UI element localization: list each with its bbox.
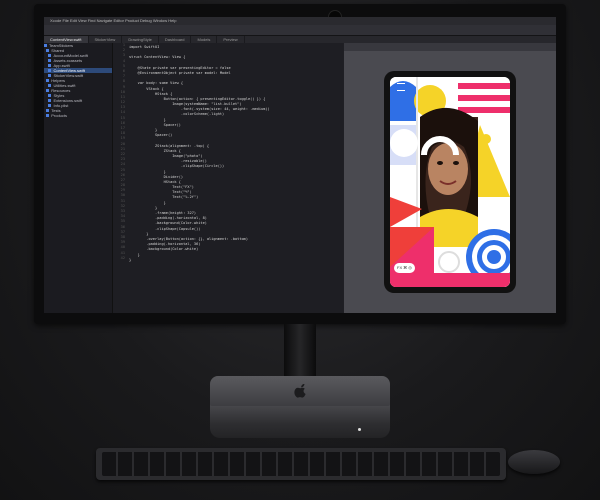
nav-item[interactable]: Products — [44, 113, 112, 118]
command-control[interactable]: ⌘ — [403, 265, 407, 270]
project-navigator: TeamStickers Shared AccountModel.swift A… — [44, 43, 113, 313]
swift-file-icon — [48, 54, 52, 58]
swift-file-icon — [48, 99, 52, 103]
folder-icon — [46, 109, 50, 113]
preview-controls: FX ⌘ ◎ — [394, 263, 415, 273]
code-line[interactable]: } — [129, 258, 339, 263]
display-screen: Xcode File Edit View Find Navigate Edito… — [44, 17, 556, 313]
keyboard-keys[interactable] — [102, 452, 500, 476]
menu-bar-text: Xcode File Edit View Find Navigate Edito… — [50, 18, 177, 23]
assets-icon — [48, 59, 52, 63]
code-area[interactable]: import SwiftUI struct ContentView: View {… — [129, 45, 339, 263]
tab-models[interactable]: Models — [191, 36, 218, 43]
line-number: 42 — [120, 255, 125, 260]
mac-mini-body — [210, 402, 390, 438]
tab-preview[interactable]: Preview — [217, 36, 245, 43]
folder-icon — [44, 44, 47, 48]
mac-mini — [210, 376, 390, 438]
fx-control[interactable]: FX — [397, 265, 402, 270]
magic-keyboard[interactable] — [96, 448, 506, 480]
ipad-preview-device: FX ⌘ ◎ — [384, 71, 516, 293]
folder-icon — [46, 89, 50, 93]
power-led — [358, 428, 361, 431]
tab-drawingstyle[interactable]: DrawingStyle — [122, 36, 159, 43]
magic-mouse[interactable] — [508, 450, 560, 474]
editor-tabs: ContentView.swift StickerView DrawingStyle… — [44, 36, 556, 43]
xcode-toolbar — [44, 25, 556, 36]
canvas-toolbar — [344, 43, 556, 51]
plist-icon — [48, 104, 52, 108]
folder-icon — [48, 94, 52, 98]
code-editor[interactable]: 1 2 3 4 5 6 7 8 9 10 11 12 13 14 15 16 17 18 19 20 21 22 23 24 2… — [113, 43, 343, 313]
tab-dashboard[interactable]: Dashboard — [159, 36, 192, 43]
apple-logo-icon — [294, 384, 306, 398]
swift-file-icon — [48, 69, 52, 73]
tab-stickerview[interactable]: StickerView — [89, 36, 123, 43]
monitor-stand — [284, 324, 316, 384]
mac-mini-top — [210, 376, 390, 406]
shutter-button[interactable] — [438, 251, 460, 273]
swift-file-icon — [48, 64, 52, 68]
menu-bar[interactable]: Xcode File Edit View Find Navigate Edito… — [44, 17, 556, 25]
list-bullet-icon[interactable] — [397, 83, 405, 91]
preview-screen[interactable]: FX ⌘ ◎ — [390, 77, 510, 287]
line-number-gutter: 1 2 3 4 5 6 7 8 9 10 11 12 13 14 15 16 17 18 19 20 21 22 23 24 2… — [113, 43, 125, 313]
preview-canvas: FX ⌘ ◎ — [344, 43, 556, 313]
folder-icon — [46, 49, 50, 53]
folder-icon — [46, 79, 50, 83]
target-control[interactable]: ◎ — [408, 265, 412, 270]
folder-icon — [46, 114, 50, 118]
swift-file-icon — [48, 84, 52, 88]
desk-scene: Xcode File Edit View Find Navigate Edito… — [0, 0, 600, 500]
swift-file-icon — [48, 74, 52, 78]
tab-contentview[interactable]: ContentView.swift — [44, 36, 89, 43]
